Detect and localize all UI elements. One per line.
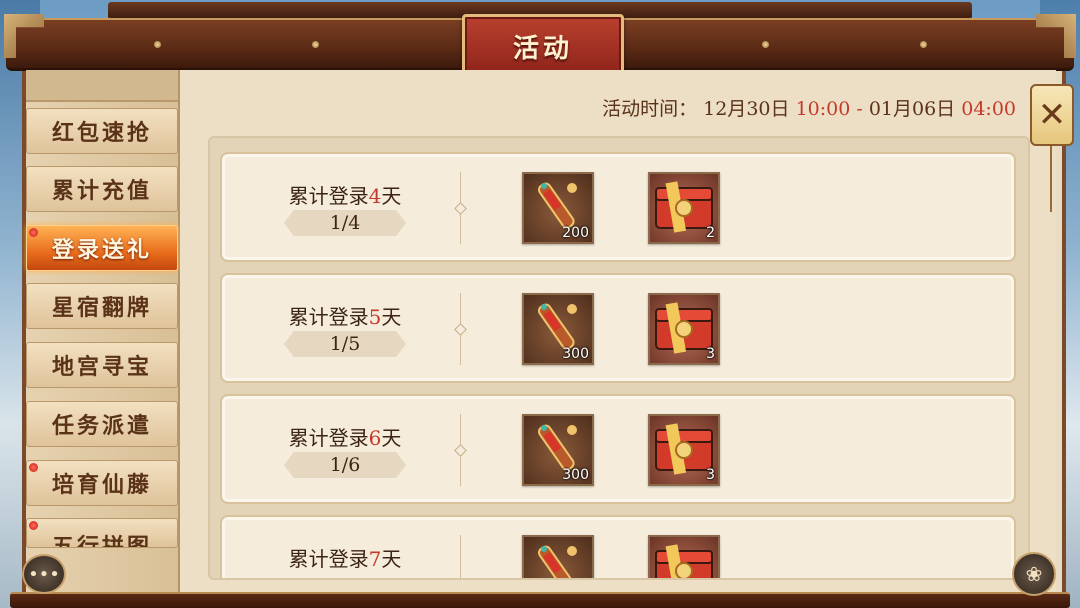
item-quantity: 3 bbox=[706, 346, 715, 362]
reward-day-count: 5 bbox=[368, 305, 382, 329]
sidebar-item-label: 培育仙藤 bbox=[51, 472, 152, 498]
stud-decoration bbox=[762, 41, 769, 48]
reward-item-chest[interactable]: 3 bbox=[648, 293, 720, 365]
title-plaque: 活动 bbox=[462, 14, 624, 78]
event-time-label: 活动时间： bbox=[602, 98, 698, 120]
reward-title-prefix: 累计登录 bbox=[288, 426, 369, 450]
reward-item-scroll[interactable] bbox=[522, 535, 594, 578]
lantern-tassel bbox=[1050, 146, 1052, 212]
notification-dot bbox=[29, 521, 38, 530]
stud-decoration bbox=[154, 41, 161, 48]
reward-item-scroll[interactable]: 300 bbox=[522, 414, 594, 486]
reward-row-title: 累计登录5天 bbox=[260, 301, 430, 330]
reward-item-chest[interactable]: 3 bbox=[648, 414, 720, 486]
divider-diamond bbox=[454, 202, 467, 215]
sidebar-item-cumulative-recharge[interactable]: 累计充值 bbox=[26, 166, 178, 212]
red-chest-icon bbox=[655, 544, 713, 578]
reward-title-prefix: 累计登录 bbox=[288, 184, 369, 208]
reward-title-suffix: 天 bbox=[381, 547, 402, 571]
reward-title-suffix: 天 bbox=[381, 426, 402, 450]
sidebar-item-label: 累计充值 bbox=[51, 178, 152, 204]
reward-row-title: 累计登录7天 bbox=[260, 543, 430, 572]
sidebar-item-puzzle[interactable]: 五行拼图 bbox=[26, 518, 178, 548]
sidebar-item-dispatch[interactable]: 任务派遣 bbox=[26, 401, 178, 447]
item-quantity: 300 bbox=[562, 467, 589, 483]
reward-title-suffix: 天 bbox=[381, 184, 402, 208]
sidebar-item-treasure-hunt[interactable]: 地宫寻宝 bbox=[26, 342, 178, 388]
reward-item-scroll[interactable]: 300 bbox=[522, 293, 594, 365]
event-start-time: 10:00 bbox=[795, 98, 851, 120]
bottom-beam bbox=[10, 592, 1070, 608]
reward-list[interactable]: 累计登录4天 1/4 200 2 累计登录5天 1/5 300 3 累计登录6天… bbox=[208, 136, 1030, 580]
page-title: 活动 bbox=[512, 33, 573, 64]
sidebar-item-label: 任务派遣 bbox=[51, 413, 152, 439]
reward-item-chest[interactable] bbox=[648, 535, 720, 578]
stud-decoration bbox=[312, 41, 319, 48]
stud-decoration bbox=[920, 41, 927, 48]
event-end-time: 04:00 bbox=[961, 98, 1016, 120]
gourd-icon: ❀ bbox=[1025, 562, 1043, 586]
row-divider bbox=[460, 535, 461, 578]
sidebar-item-vine[interactable]: 培育仙藤 bbox=[26, 460, 178, 506]
login-progress: 1/6 bbox=[284, 452, 406, 478]
login-progress: 1/5 bbox=[284, 331, 406, 357]
event-end-date: 01月06日 bbox=[868, 98, 956, 120]
item-quantity: 3 bbox=[706, 467, 715, 483]
divider-diamond bbox=[454, 444, 467, 457]
sidebar-header bbox=[26, 70, 178, 102]
reward-title-prefix: 累计登录 bbox=[288, 547, 369, 571]
reward-item-chest[interactable]: 2 bbox=[648, 172, 720, 244]
reward-row-title: 累计登录4天 bbox=[260, 180, 430, 209]
item-quantity: 300 bbox=[562, 346, 589, 362]
reward-row: 累计登录4天 1/4 200 2 bbox=[220, 152, 1016, 262]
notification-dot bbox=[29, 228, 38, 237]
close-icon: ✕ bbox=[1037, 95, 1067, 135]
reward-item-scroll[interactable]: 200 bbox=[522, 172, 594, 244]
chat-icon: ••• bbox=[28, 563, 60, 585]
reward-title-suffix: 天 bbox=[381, 305, 402, 329]
reward-day-count: 6 bbox=[368, 426, 382, 450]
sidebar-item-red-packet[interactable]: 红包速抢 bbox=[26, 108, 178, 154]
reward-day-count: 7 bbox=[368, 547, 382, 571]
reward-day-count: 4 bbox=[368, 184, 382, 208]
gourd-button[interactable]: ❀ bbox=[1012, 552, 1056, 596]
reward-row: 累计登录5天 1/5 300 3 bbox=[220, 273, 1016, 383]
sidebar-item-label: 地宫寻宝 bbox=[51, 354, 152, 380]
content-area: 活动时间： 12月30日 10:00 - 01月06日 04:00 累计登录4天… bbox=[180, 70, 1056, 592]
sidebar-item-label: 登录送礼 bbox=[51, 237, 152, 263]
reward-title-prefix: 累计登录 bbox=[288, 305, 369, 329]
sidebar-item-login-gift[interactable]: 登录送礼 bbox=[26, 225, 178, 271]
sidebar-item-label: 红包速抢 bbox=[51, 120, 152, 146]
scroll-icon bbox=[537, 545, 577, 578]
divider-diamond bbox=[454, 323, 467, 336]
activity-sidebar: 红包速抢 累计充值 登录送礼 星宿翻牌 地宫寻宝 任务派遣 培育仙藤 五行拼图 bbox=[26, 70, 180, 592]
login-progress: 1/4 bbox=[284, 210, 406, 236]
sidebar-item-star-flip[interactable]: 星宿翻牌 bbox=[26, 283, 178, 329]
sidebar-item-label: 五行拼图 bbox=[51, 534, 152, 548]
item-quantity: 2 bbox=[706, 225, 715, 241]
chat-button[interactable]: ••• bbox=[22, 554, 66, 594]
close-button[interactable]: ✕ bbox=[1030, 84, 1074, 146]
notification-dot bbox=[29, 463, 38, 472]
reward-row: 累计登录6天 1/6 300 3 bbox=[220, 394, 1016, 504]
reward-row-title: 累计登录6天 bbox=[260, 422, 430, 451]
sidebar-item-label: 星宿翻牌 bbox=[51, 295, 152, 321]
event-start-date: 12月30日 bbox=[703, 98, 790, 120]
event-time-separator: - bbox=[850, 98, 869, 120]
event-time: 活动时间： 12月30日 10:00 - 01月06日 04:00 bbox=[602, 94, 1016, 121]
reward-row: 累计登录7天 bbox=[220, 515, 1016, 578]
item-quantity: 200 bbox=[562, 225, 589, 241]
